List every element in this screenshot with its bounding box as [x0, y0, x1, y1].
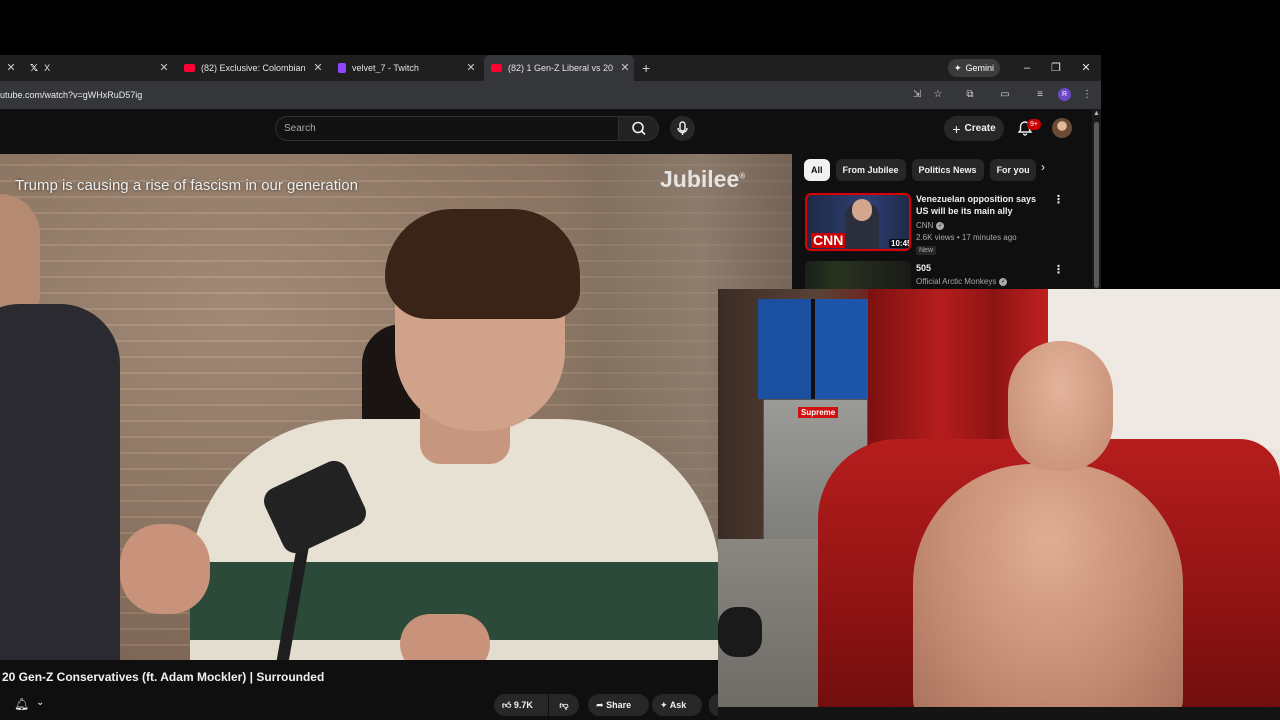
menu-kebab-icon[interactable]: ⋮: [1080, 88, 1094, 102]
side-panel-icon[interactable]: ▭: [998, 88, 1012, 102]
voice-search-button[interactable]: [670, 116, 695, 141]
hand: [120, 524, 210, 614]
tab-title: (82) 1 Gen-Z Liberal vs 20 Gen-: [508, 63, 616, 73]
channel-name: Official Arctic Monkeys: [916, 277, 997, 286]
youtube-icon: [184, 64, 195, 72]
video-player[interactable]: Trump is causing a rise of fascism in ou…: [0, 154, 792, 660]
rec-thumbnail[interactable]: [805, 261, 911, 289]
cnn-logo: CNN: [811, 232, 846, 248]
rec-title[interactable]: 505: [916, 263, 931, 273]
brand-text: Jubilee: [660, 166, 740, 192]
jubilee-watermark: Jubilee®: [660, 166, 746, 192]
microphone-icon: [677, 121, 688, 135]
rec-channel[interactable]: CNN ✓: [916, 221, 945, 230]
notification-count-badge: 9+: [1027, 119, 1041, 130]
youtube-icon: [491, 64, 502, 72]
install-app-icon[interactable]: ⇲: [910, 88, 924, 102]
ask-button[interactable]: ✦ Ask: [652, 694, 702, 716]
verified-icon: ✓: [936, 221, 945, 230]
streamer-body: [913, 464, 1183, 720]
more-actions-button[interactable]: [709, 694, 718, 716]
tab-close-icon[interactable]: ✕: [464, 55, 478, 81]
reading-list-icon[interactable]: ≡: [1033, 88, 1047, 102]
desk-microphone: [718, 607, 762, 657]
tab-close-icon[interactable]: ✕: [311, 55, 325, 81]
minimize-icon[interactable]: –: [1017, 55, 1037, 81]
tab-active-genz[interactable]: (82) 1 Gen-Z Liberal vs 20 Gen-: [484, 55, 634, 81]
browser-tab-strip: ✕ 𝕏 X ✕ (82) Exclusive: Colombian presi …: [0, 55, 1101, 81]
restore-icon[interactable]: ❐: [1046, 55, 1066, 81]
tab-close-icon[interactable]: ✕: [157, 55, 171, 81]
like-button[interactable]: 👍︎ 9.7K: [494, 694, 548, 716]
desk-edge: [718, 707, 1280, 720]
tab-close-icon[interactable]: ✕: [4, 55, 18, 81]
account-avatar[interactable]: [1052, 118, 1072, 138]
scrollbar-thumb[interactable]: [1094, 122, 1099, 288]
more-options-icon[interactable]: ⋮: [1053, 263, 1064, 276]
video-title: 20 Gen-Z Conservatives (ft. Adam Mockler…: [2, 670, 325, 684]
ask-label: Ask: [669, 700, 687, 710]
new-tab-button[interactable]: +: [642, 55, 650, 81]
channel-name: CNN: [916, 221, 934, 230]
stacked-boxes: [758, 299, 868, 399]
chip-from-jubilee[interactable]: From Jubilee: [835, 159, 906, 181]
speaker-hair: [385, 209, 580, 319]
subscribe-bell-icon[interactable]: 🔔︎: [14, 697, 29, 711]
rec-channel[interactable]: Official Arctic Monkeys ✓: [916, 277, 1008, 286]
chip-for-you[interactable]: For you: [989, 159, 1036, 181]
gemini-button[interactable]: ✦ Gemini: [948, 59, 1000, 77]
chip-politics-news[interactable]: Politics News: [911, 159, 984, 181]
rec-thumbnail[interactable]: CNN 10:45: [805, 193, 911, 251]
sparkle-icon: ✦: [953, 62, 962, 73]
search-button[interactable]: [619, 116, 659, 141]
url-field[interactable]: utube.com/watch?v=gWHxRuD57ig: [0, 81, 142, 109]
tab-x[interactable]: 𝕏 X: [30, 55, 160, 81]
sparkle-icon: ✦: [660, 700, 668, 710]
streamer-head: [1008, 341, 1113, 471]
tab-title: (82) Exclusive: Colombian presi: [201, 63, 308, 73]
search-icon: [632, 121, 646, 136]
thumbs-up-icon: 👍︎: [502, 700, 512, 710]
extensions-icon[interactable]: ⧉: [963, 88, 977, 102]
search-input[interactable]: Search: [275, 116, 619, 141]
gemini-label: Gemini: [965, 63, 995, 73]
tab-twitch[interactable]: velvet_7 - Twitch: [338, 55, 464, 81]
more-options-icon[interactable]: ⋮: [1053, 193, 1064, 206]
anchor-face: [852, 199, 872, 221]
twitch-icon: [338, 63, 346, 73]
share-label: Share: [606, 700, 632, 710]
chevron-right-icon[interactable]: ›: [1041, 160, 1045, 174]
dislike-button[interactable]: 👎︎: [549, 694, 579, 716]
create-label: Create: [964, 123, 996, 134]
verified-icon: ✓: [999, 277, 1008, 286]
bookmark-star-icon[interactable]: ☆: [931, 88, 945, 102]
new-badge: New: [916, 246, 937, 255]
chip-all[interactable]: All: [804, 159, 830, 181]
share-arrow-icon: ➦: [596, 700, 604, 710]
close-window-icon[interactable]: ✕: [1076, 55, 1096, 81]
tab-colombian[interactable]: (82) Exclusive: Colombian presi: [184, 55, 308, 81]
scroll-up-arrow-icon[interactable]: ▲: [1093, 110, 1100, 117]
x-logo-icon: 𝕏: [30, 62, 39, 74]
rec-meta: 2.6K views • 17 minutes ago: [916, 233, 1017, 242]
hand: [400, 614, 490, 660]
browser-profile-avatar[interactable]: R: [1058, 88, 1071, 101]
plus-icon: +: [952, 120, 961, 137]
rec-title[interactable]: Venezuelan opposition says US will be it…: [916, 193, 1051, 217]
thumbs-down-icon: 👎︎: [559, 700, 569, 710]
tab-close-icon[interactable]: ✕: [618, 55, 632, 81]
tab-title: X: [44, 63, 51, 73]
webcam-overlay: Supreme: [718, 289, 1280, 720]
supreme-sticker: Supreme: [798, 407, 839, 418]
tab-title: velvet_7 - Twitch: [352, 63, 419, 73]
video-caption: Trump is causing a rise of fascism in ou…: [15, 177, 358, 194]
create-button[interactable]: + Create: [944, 116, 1004, 141]
duration-badge: 10:45: [889, 239, 909, 248]
left-person-body: [0, 304, 120, 660]
like-count: 9.7K: [513, 700, 533, 710]
chevron-down-icon[interactable]: ⌄: [36, 697, 44, 708]
filter-chips: All From Jubilee Politics News For you: [804, 159, 1036, 181]
share-button[interactable]: ➦ Share: [588, 694, 649, 716]
